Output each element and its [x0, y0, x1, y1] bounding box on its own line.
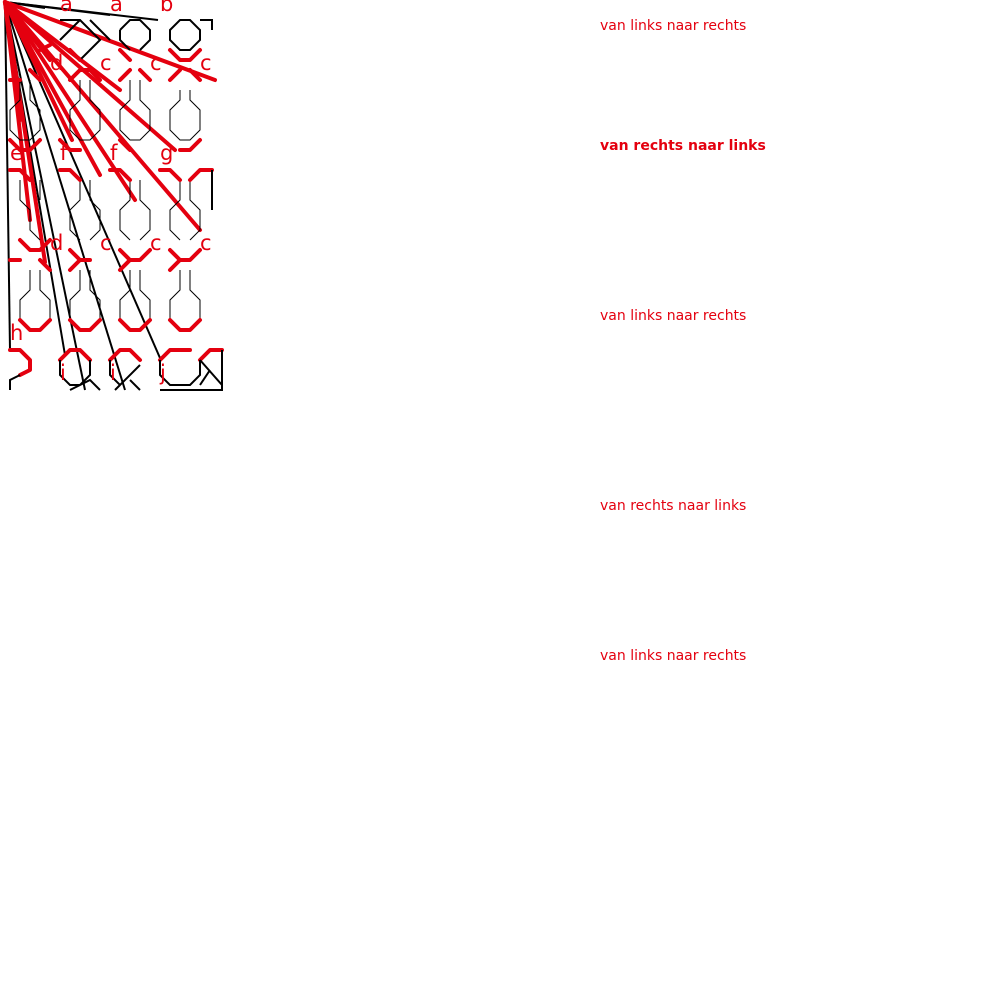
stitch-label: c: [150, 231, 162, 255]
stitch-label: c: [100, 51, 112, 75]
cell: [169, 90, 201, 141]
stitch-label: c: [100, 231, 112, 255]
stitch-label: a: [110, 0, 123, 16]
stitch-label: i: [110, 361, 116, 385]
direction-note: van links naar rechts: [600, 18, 746, 34]
crossing: [119, 19, 151, 51]
cell: [119, 80, 151, 141]
direction-notes: van links naar rechts van rechts naar li…: [600, 18, 766, 664]
stitch-label: c: [150, 51, 162, 75]
cell: [69, 270, 101, 331]
crossing: [169, 19, 213, 51]
direction-note: van rechts naar links: [600, 138, 766, 154]
stitch-label: a: [60, 0, 73, 16]
stitch-label: h: [10, 321, 23, 345]
bobbin-lace-diagram: a a b d c c c e f f g d c c c h i i j va…: [3, 0, 766, 664]
stitch-label: d: [50, 51, 63, 75]
red-thread: [8, 258, 202, 332]
stitch-label: g: [160, 141, 173, 165]
stitch-label: b: [160, 0, 173, 16]
stitch-label: f: [60, 141, 68, 165]
red-pin-lines: [3, 0, 217, 264]
direction-note: van links naar rechts: [600, 648, 746, 664]
stitch-label: j: [159, 361, 166, 385]
stitch-label: f: [110, 141, 118, 165]
stitch-label: c: [200, 51, 212, 75]
cell: [19, 270, 51, 331]
stitch-label: c: [200, 231, 212, 255]
stitch-label: d: [50, 231, 63, 255]
direction-note: van rechts naar links: [600, 498, 746, 514]
stitch-label: e: [10, 141, 23, 165]
cell: [169, 270, 201, 331]
stitch-label: i: [60, 361, 66, 385]
direction-note: van links naar rechts: [600, 308, 746, 324]
